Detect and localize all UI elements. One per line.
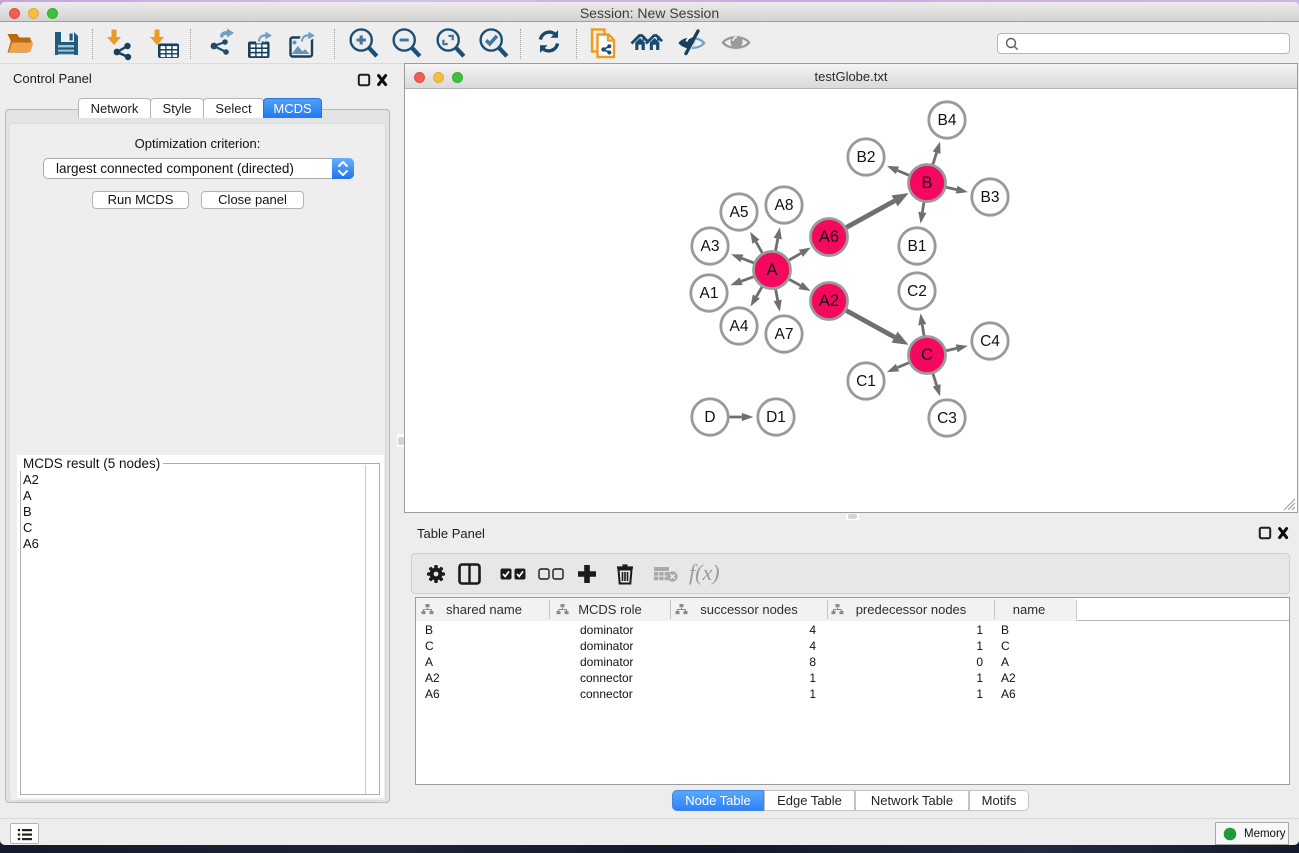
svg-text:A6: A6 [819, 228, 839, 246]
svg-text:B: B [921, 174, 932, 192]
svg-text:D1: D1 [766, 409, 786, 426]
svg-text:D: D [704, 409, 715, 426]
svg-text:A1: A1 [700, 285, 719, 302]
svg-text:A2: A2 [819, 292, 839, 310]
svg-text:A5: A5 [730, 204, 749, 221]
svg-text:A: A [766, 261, 777, 279]
svg-text:A7: A7 [775, 326, 794, 343]
svg-text:A3: A3 [701, 238, 720, 255]
svg-text:B3: B3 [981, 189, 1000, 206]
svg-text:C2: C2 [907, 283, 927, 300]
svg-text:A8: A8 [775, 197, 794, 214]
svg-text:B4: B4 [938, 112, 957, 129]
svg-text:B1: B1 [908, 238, 927, 255]
svg-text:B2: B2 [857, 149, 876, 166]
svg-text:C3: C3 [937, 410, 957, 427]
svg-text:C1: C1 [856, 373, 876, 390]
svg-text:A4: A4 [730, 318, 749, 335]
svg-text:C: C [921, 346, 933, 364]
svg-text:C4: C4 [980, 333, 1000, 350]
